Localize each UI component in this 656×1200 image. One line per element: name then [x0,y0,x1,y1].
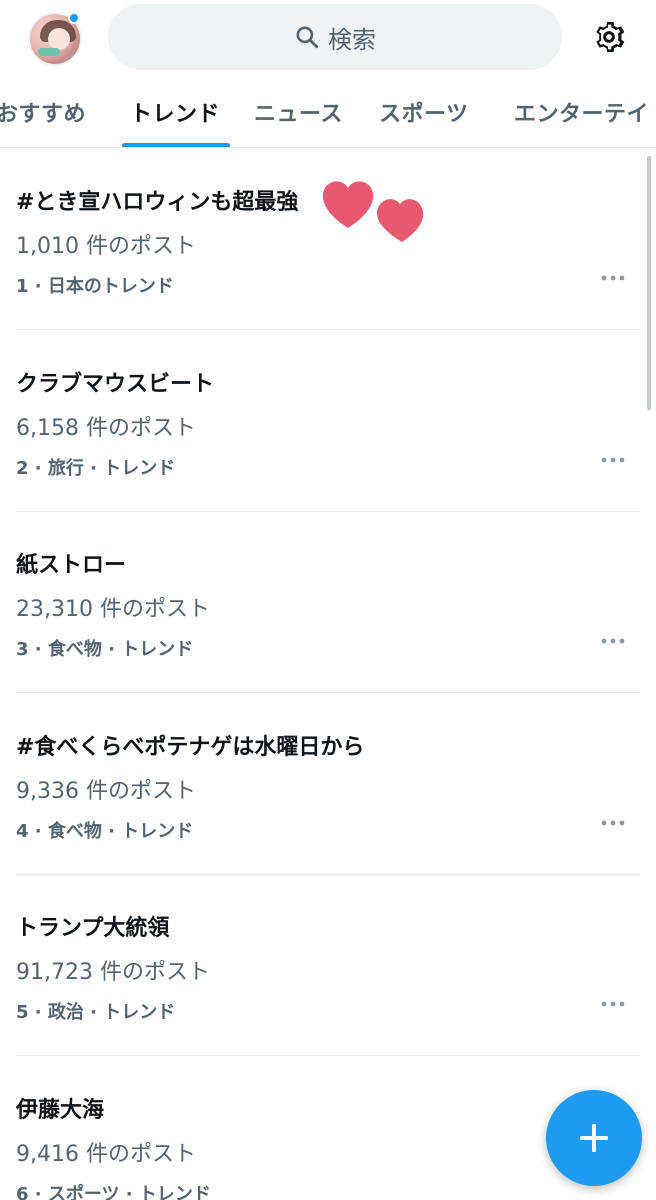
plus-icon [580,1124,608,1152]
trend-meta: 4 · 食べ物 · トレンド [16,821,194,842]
trend-meta: 5 · 政治 · トレンド [16,1002,176,1023]
trend-item[interactable]: #食べくらべポテナゲは水曜日から 9,336 件のポスト 4 · 食べ物 · ト… [0,693,640,875]
avatar-face [48,28,70,50]
trend-post-count: 6,158 件のポスト [16,416,196,441]
gear-icon[interactable] [589,17,629,57]
trend-item[interactable]: クラブマウスビート 6,158 件のポスト 2 · 旅行 · トレンド [0,330,640,512]
more-options-icon[interactable] [598,631,628,651]
search-icon [294,24,320,50]
trend-post-count: 23,310 件のポスト [16,597,210,622]
more-options-icon[interactable] [598,268,628,288]
top-header: 検索 [0,0,656,76]
tab-recommended[interactable]: おすすめ [0,96,86,128]
trend-meta: 1 · 日本のトレンド [16,276,174,297]
notification-dot [68,12,80,24]
trend-meta: 6 · スポーツ · トレンド [16,1184,211,1200]
tab-entertainment[interactable]: エンターテイ [514,96,649,128]
scrollbar-thumb[interactable] [647,156,651,410]
tab-bar: おすすめ トレンド ニュース スポーツ エンターテイ [0,76,656,148]
trend-title: #とき宣ハロウィンも超最強 [16,190,299,215]
trend-post-count: 9,336 件のポスト [16,779,196,804]
more-options-icon[interactable] [598,450,628,470]
trend-item[interactable]: 紙ストロー 23,310 件のポスト 3 · 食べ物 · トレンド [0,511,640,693]
trend-item[interactable]: トランプ大統領 91,723 件のポスト 5 · 政治 · トレンド [0,874,640,1056]
trend-post-count: 9,416 件のポスト [16,1142,196,1167]
tab-news[interactable]: ニュース [254,96,343,128]
more-options-icon[interactable] [598,994,628,1014]
trend-meta: 2 · 旅行 · トレンド [16,458,176,479]
compose-post-button[interactable] [546,1090,642,1186]
tab-trending[interactable]: トレンド [130,96,220,128]
tab-sports[interactable]: スポーツ [379,96,469,128]
trend-title: 紙ストロー [16,553,127,578]
avatar-tag [38,48,60,56]
trend-item[interactable]: 伊藤大海 9,416 件のポスト 6 · スポーツ · トレンド [0,1056,640,1200]
trend-title: クラブマウスビート [16,372,215,397]
search-placeholder: 検索 [328,25,376,54]
more-options-icon[interactable] [598,813,628,833]
trend-title: トランプ大統領 [16,916,170,941]
trend-title: #食べくらべポテナゲは水曜日から [16,735,365,760]
trend-title: 伊藤大海 [16,1098,105,1123]
trend-post-count: 91,723 件のポスト [16,960,210,985]
trend-meta: 3 · 食べ物 · トレンド [16,639,194,660]
search-input[interactable]: 検索 [108,4,562,70]
heart-sticker-icon [318,170,438,250]
trend-post-count: 1,010 件のポスト [16,234,196,259]
